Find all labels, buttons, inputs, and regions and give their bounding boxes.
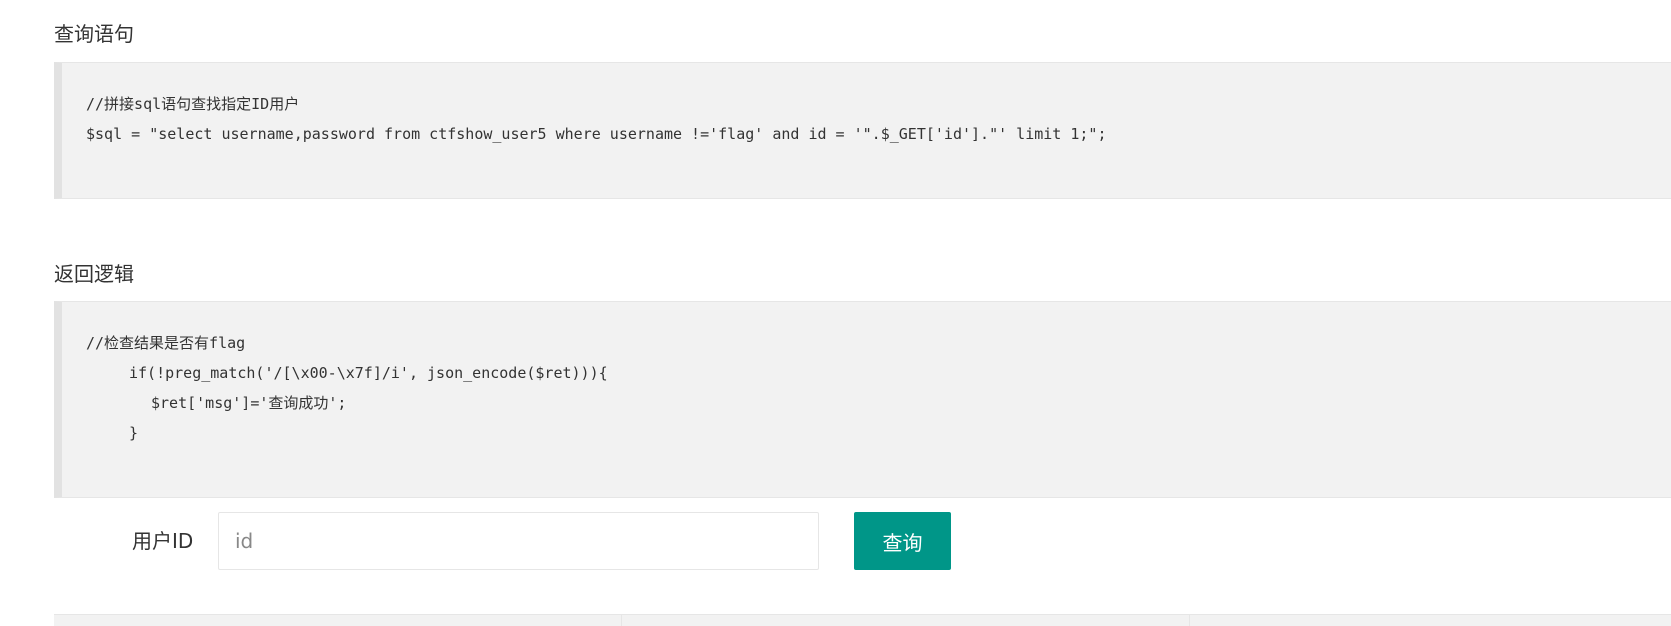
query-code-block: //拼接sql语句查找指定ID用户 $sql = "select usernam… [54, 62, 1671, 199]
code-comment-line: //拼接sql语句查找指定ID用户 [86, 95, 300, 113]
code-assign-line: $ret['msg']='查询成功'; [151, 394, 347, 412]
user-id-input[interactable] [218, 512, 819, 570]
query-button[interactable]: 查询 [854, 512, 951, 570]
return-logic-section-title: 返回逻辑 [54, 262, 134, 286]
result-table-column [1190, 615, 1671, 626]
result-table-column [622, 615, 1190, 626]
result-table [54, 614, 1671, 626]
code-comment-line: //检查结果是否有flag [86, 334, 246, 352]
code-close-brace-line: } [129, 424, 139, 442]
page: 查询语句 //拼接sql语句查找指定ID用户 $sql = "select us… [0, 0, 1671, 626]
query-form: 用户ID 查询 [0, 512, 1671, 570]
query-section-title: 查询语句 [54, 22, 134, 46]
return-logic-code-block: //检查结果是否有flag if(!preg_match('/[\x00-\x7… [54, 301, 1671, 498]
code-sql-line: $sql = "select username,password from ct… [86, 125, 1107, 143]
result-table-column [54, 615, 622, 626]
user-id-label: 用户ID [132, 529, 194, 553]
code-if-line: if(!preg_match('/[\x00-\x7f]/i', json_en… [129, 364, 608, 382]
